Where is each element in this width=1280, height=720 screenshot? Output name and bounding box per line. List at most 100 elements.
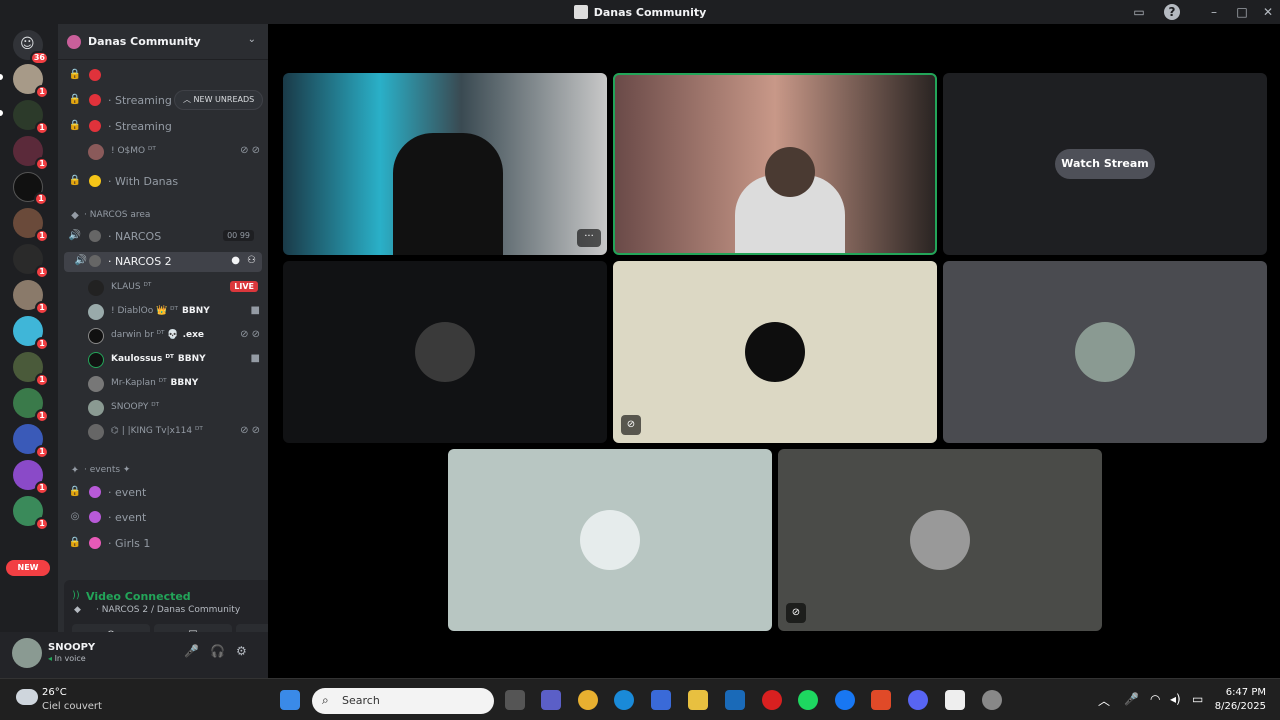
inbox-icon[interactable]: ▭ xyxy=(1131,4,1147,20)
video-tile[interactable]: ··· xyxy=(283,73,607,255)
battery-icon[interactable]: ▭ xyxy=(1192,692,1203,706)
app-icon[interactable] xyxy=(982,690,1002,710)
close-button[interactable]: ✕ xyxy=(1260,4,1276,20)
server-icon[interactable]: 1 xyxy=(13,280,49,315)
server-icon[interactable]: 1 xyxy=(13,172,48,206)
server-icon[interactable]: 1 xyxy=(13,424,49,459)
spotify-icon[interactable] xyxy=(798,690,818,710)
voice-status[interactable]: Video Connected xyxy=(86,590,191,603)
channel-streaming-top[interactable]: 🔒 xyxy=(58,66,268,86)
party-icon xyxy=(89,511,101,523)
chat-icon[interactable]: ● xyxy=(231,255,240,266)
speaker-icon: 🔊 xyxy=(68,230,82,241)
discord-icon[interactable] xyxy=(908,690,928,710)
video-tile[interactable] xyxy=(943,261,1267,443)
file-explorer-icon[interactable] xyxy=(688,690,708,710)
server-icon[interactable]: 1 xyxy=(13,208,49,243)
server-icon[interactable]: 1 xyxy=(13,136,49,171)
channel-label: · event xyxy=(108,486,147,499)
server-header[interactable]: Danas Community ⌄ xyxy=(58,24,268,60)
server-badge: 1 xyxy=(35,229,49,243)
server-icon[interactable]: 1 xyxy=(13,64,49,99)
capcut-icon[interactable] xyxy=(945,690,965,710)
channel-girls-1[interactable]: 🔒 · Girls 1 xyxy=(58,534,268,554)
opera-icon[interactable] xyxy=(762,690,782,710)
red-circle-icon xyxy=(89,94,101,106)
brave-icon[interactable] xyxy=(871,690,891,710)
stream-tile[interactable]: Watch Stream xyxy=(943,73,1267,255)
volume-icon[interactable]: ◂) xyxy=(1170,692,1181,706)
chrome-icon[interactable] xyxy=(578,690,598,710)
voice-user[interactable]: Kaulossus ᴰᵀ BBNY ■ xyxy=(88,350,264,370)
search-icon: ⌕ xyxy=(322,693,329,707)
voice-user[interactable]: ⌬ | |KING Tv|x114 ᴰᵀ ⊘ ⊘ xyxy=(88,422,264,442)
watch-stream-button[interactable]: Watch Stream xyxy=(1055,149,1155,179)
video-tile[interactable] xyxy=(283,261,607,443)
microphone-icon[interactable]: 🎤 xyxy=(1124,692,1139,706)
help-icon[interactable]: ? xyxy=(1164,4,1180,20)
avatar[interactable] xyxy=(12,638,42,668)
category-events[interactable]: ✦ · events ✦ xyxy=(58,462,268,482)
stream-person-head xyxy=(765,147,815,197)
server-icon[interactable]: 1 xyxy=(13,352,49,387)
facebook-icon[interactable] xyxy=(835,690,855,710)
video-tile[interactable]: ⊘ xyxy=(613,261,937,443)
speaker-icon: 🔊 xyxy=(74,255,88,266)
edge-icon[interactable] xyxy=(614,690,634,710)
new-servers-pill[interactable]: NEW xyxy=(6,560,50,576)
channel-with-danas[interactable]: 🔒 · With Danas xyxy=(58,172,268,192)
voice-user[interactable]: Mr-Kaplan ᴰᵀ BBNY xyxy=(88,374,264,394)
channel-event[interactable]: 🔒 · event xyxy=(58,483,268,503)
server-icon[interactable]: 1 xyxy=(13,316,49,351)
wifi-icon[interactable]: ◠ xyxy=(1150,692,1160,706)
voice-user[interactable]: KLAUS ᴰᵀ LIVE xyxy=(88,278,264,298)
home-button[interactable]: ☺ 36 xyxy=(13,30,49,65)
party-icon xyxy=(89,486,101,498)
video-tile[interactable] xyxy=(448,449,772,631)
taskbar-search[interactable]: ⌕ Search xyxy=(312,688,494,714)
minimize-button[interactable]: – xyxy=(1206,4,1222,20)
more-options-icon[interactable]: ··· xyxy=(577,229,601,247)
avatar xyxy=(88,328,104,344)
avatar xyxy=(1075,322,1135,382)
voice-user[interactable]: SNOOPY ᴰᵀ xyxy=(88,398,264,418)
server-icon[interactable]: 1 xyxy=(13,460,49,495)
search-placeholder: Search xyxy=(342,694,380,707)
channel-event-stage[interactable]: ◎ · event xyxy=(58,508,268,528)
channel-streaming[interactable]: 🔒 · Streaming xyxy=(58,91,268,111)
category-name: events xyxy=(89,465,121,475)
voice-user[interactable]: ! O$MO ᴰᵀ ⊘ ⊘ xyxy=(88,142,264,162)
channel-narcos[interactable]: 🔊 · NARCOS 00 99 xyxy=(58,227,268,247)
server-tag: BBNY xyxy=(170,378,199,388)
gear-icon[interactable]: ⚙ xyxy=(236,644,247,658)
server-badge: 1 xyxy=(35,301,49,315)
channel-streaming[interactable]: 🔒 · Streaming xyxy=(58,117,268,137)
store-icon[interactable] xyxy=(651,690,671,710)
server-icon[interactable]: 1 xyxy=(13,496,49,531)
voice-user[interactable]: darwin br ᴰᵀ 💀 .exe ⊘ ⊘ xyxy=(88,326,264,346)
avatar xyxy=(910,510,970,570)
channel-sidebar: Danas Community ⌄ 🔒 ︿ NEW UNREADS 🔒 · St… xyxy=(58,24,320,678)
server-icon[interactable]: 1 xyxy=(13,388,49,423)
maximize-button[interactable]: □ xyxy=(1234,4,1250,20)
microphone-icon[interactable]: 🎤 xyxy=(184,644,199,658)
server-icon[interactable]: 1 xyxy=(13,100,49,135)
server-icon[interactable]: 1 xyxy=(13,244,49,279)
outlook-icon[interactable] xyxy=(725,690,745,710)
windows-start-icon[interactable] xyxy=(280,690,300,710)
video-tile[interactable]: ⊘ xyxy=(778,449,1102,631)
teams-icon[interactable] xyxy=(541,690,561,710)
lock-icon: 🔒 xyxy=(68,120,82,131)
voice-user[interactable]: ! DiablOo 👑 ᴰᵀ BBNY ■ xyxy=(88,302,264,322)
video-tile-speaking[interactable] xyxy=(613,73,937,255)
voice-location[interactable]: · NARCOS 2 / Danas Community xyxy=(96,605,240,615)
lock-icon: 🔒 xyxy=(68,175,82,186)
chevron-up-icon[interactable]: ︿ xyxy=(1098,692,1110,709)
wolf-icon xyxy=(89,230,101,242)
invite-icon[interactable]: ⚇ xyxy=(247,255,256,266)
category-narcos-area[interactable]: ◆ · NARCOS area xyxy=(58,207,268,227)
channel-narcos-2[interactable]: 🔊 · NARCOS 2 ● ⚇ xyxy=(64,252,262,272)
channel-label: · Girls 1 xyxy=(108,537,151,550)
task-view-icon[interactable] xyxy=(505,690,525,710)
headphones-icon[interactable]: 🎧 xyxy=(210,644,225,658)
